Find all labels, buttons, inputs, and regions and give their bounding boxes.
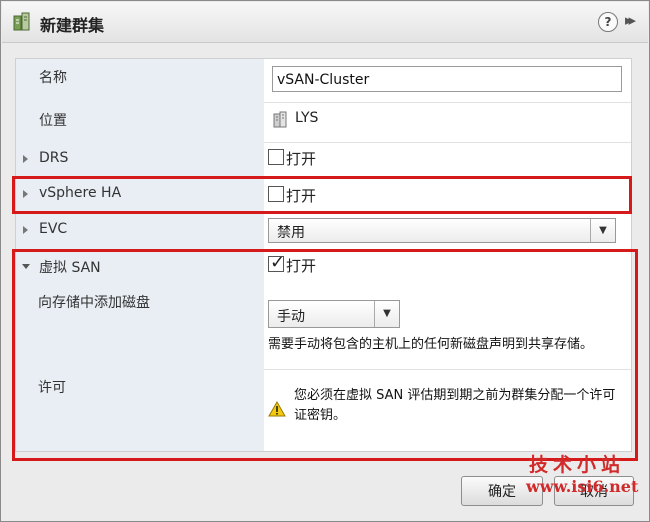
dropdown-arrow-icon[interactable]: ▼ (590, 219, 615, 242)
expand-arrow-icon[interactable] (23, 190, 28, 198)
watermark-url: www.isi6.net (526, 477, 639, 496)
warning-icon (268, 401, 286, 417)
dropdown-arrow-icon[interactable]: ▼ (374, 301, 399, 327)
evc-selected-value: 禁用 (277, 225, 305, 241)
evc-label: EVC (39, 221, 68, 237)
help-icon[interactable]: ? (598, 12, 618, 32)
drs-row[interactable]: DRS 打开 (16, 142, 631, 178)
expand-arrow-icon[interactable] (23, 226, 28, 234)
ha-checkbox-label: 打开 (286, 187, 317, 205)
location-row: 位置 LYS (16, 102, 631, 143)
evc-select[interactable]: 禁用 ▼ (268, 218, 616, 243)
add-disks-select[interactable]: 手动 ▼ (268, 300, 400, 328)
vsan-checkbox-label: 打开 (286, 257, 317, 275)
drs-checkbox[interactable] (268, 149, 284, 165)
ha-row[interactable]: vSphere HA 打开 (16, 177, 631, 214)
location-label: 位置 (39, 113, 67, 129)
add-disks-selected-value: 手动 (277, 309, 305, 325)
add-disks-description: 需要手动将包含的主机上的任何新磁盘声明到共享存储。 (268, 337, 594, 352)
vsan-label: 虚拟 SAN (39, 260, 101, 276)
drs-checkbox-label: 打开 (286, 150, 317, 168)
evc-row[interactable]: EVC 禁用 ▼ (16, 213, 631, 250)
name-label: 名称 (39, 70, 67, 86)
license-warning: 您必须在虚拟 SAN 评估期到期之前为群集分配一个许可证密钥。 (294, 388, 616, 423)
expand-arrow-icon[interactable] (23, 155, 28, 163)
check-icon: ✓ (270, 252, 286, 273)
license-row: 许可 您必须在虚拟 SAN 评估期到期之前为群集分配一个许可证密钥。 (16, 369, 631, 451)
add-disks-row: 向存储中添加磁盘 手动 ▼ 需要手动将包含的主机上的任何新磁盘声明到共享存储。 (16, 284, 631, 370)
vsan-row[interactable]: 虚拟 SAN ✓ 打开 (16, 249, 631, 284)
new-cluster-dialog: 新建群集 ? ▸▸ 名称 vSAN-Cluster 位置 LYS DRS 打开 … (0, 0, 650, 522)
add-disks-label: 向存储中添加磁盘 (38, 295, 150, 311)
cluster-icon (13, 12, 30, 31)
ha-checkbox[interactable] (268, 186, 284, 202)
expand-icon[interactable]: ▸▸ (625, 11, 636, 29)
license-label: 许可 (38, 380, 66, 396)
name-input[interactable]: vSAN-Cluster (272, 66, 622, 92)
dialog-title-bar: 新建群集 ? ▸▸ (2, 2, 648, 43)
vsan-checkbox[interactable]: ✓ (268, 252, 285, 273)
watermark-title: 技术小站 (529, 454, 626, 476)
ha-label: vSphere HA (39, 185, 122, 201)
datacenter-icon (273, 111, 287, 128)
location-value: LYS (295, 110, 319, 126)
cluster-form: 名称 vSAN-Cluster 位置 LYS DRS 打开 vSphere HA… (15, 58, 632, 452)
dialog-title: 新建群集 (40, 16, 105, 35)
drs-label: DRS (39, 150, 69, 166)
name-row: 名称 vSAN-Cluster (16, 59, 631, 103)
collapse-arrow-icon[interactable] (22, 264, 30, 269)
